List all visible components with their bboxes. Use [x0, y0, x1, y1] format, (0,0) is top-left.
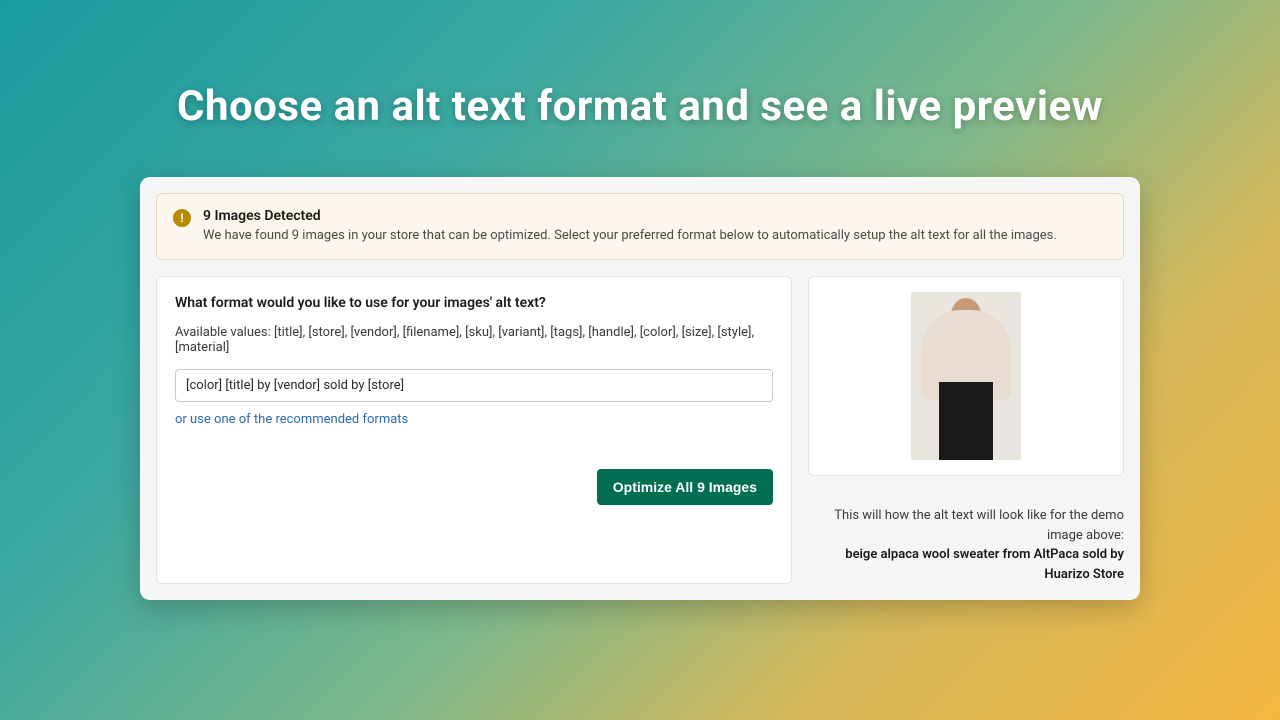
format-input[interactable] — [175, 369, 773, 402]
optimize-button[interactable]: Optimize All 9 Images — [597, 469, 773, 505]
notice-title: 9 Images Detected — [203, 208, 1057, 224]
warning-icon: ! — [173, 209, 191, 227]
format-panel: What format would you like to use for yo… — [156, 276, 792, 584]
available-values-label: Available values: [title], [store], [ven… — [175, 325, 773, 355]
recommended-formats-link[interactable]: or use one of the recommended formats — [175, 412, 773, 427]
preview-caption: This will how the alt text will look lik… — [808, 506, 1124, 584]
notice-banner: ! 9 Images Detected We have found 9 imag… — [156, 193, 1124, 260]
preview-image — [911, 292, 1021, 460]
preview-panel — [808, 276, 1124, 476]
main-card: ! 9 Images Detected We have found 9 imag… — [140, 177, 1140, 600]
format-question: What format would you like to use for yo… — [175, 295, 773, 311]
notice-text: We have found 9 images in your store tha… — [203, 227, 1057, 245]
preview-caption-result: beige alpaca wool sweater from AltPaca s… — [845, 547, 1124, 582]
preview-caption-lead: This will how the alt text will look lik… — [834, 508, 1124, 543]
hero-title: Choose an alt text format and see a live… — [0, 0, 1280, 131]
